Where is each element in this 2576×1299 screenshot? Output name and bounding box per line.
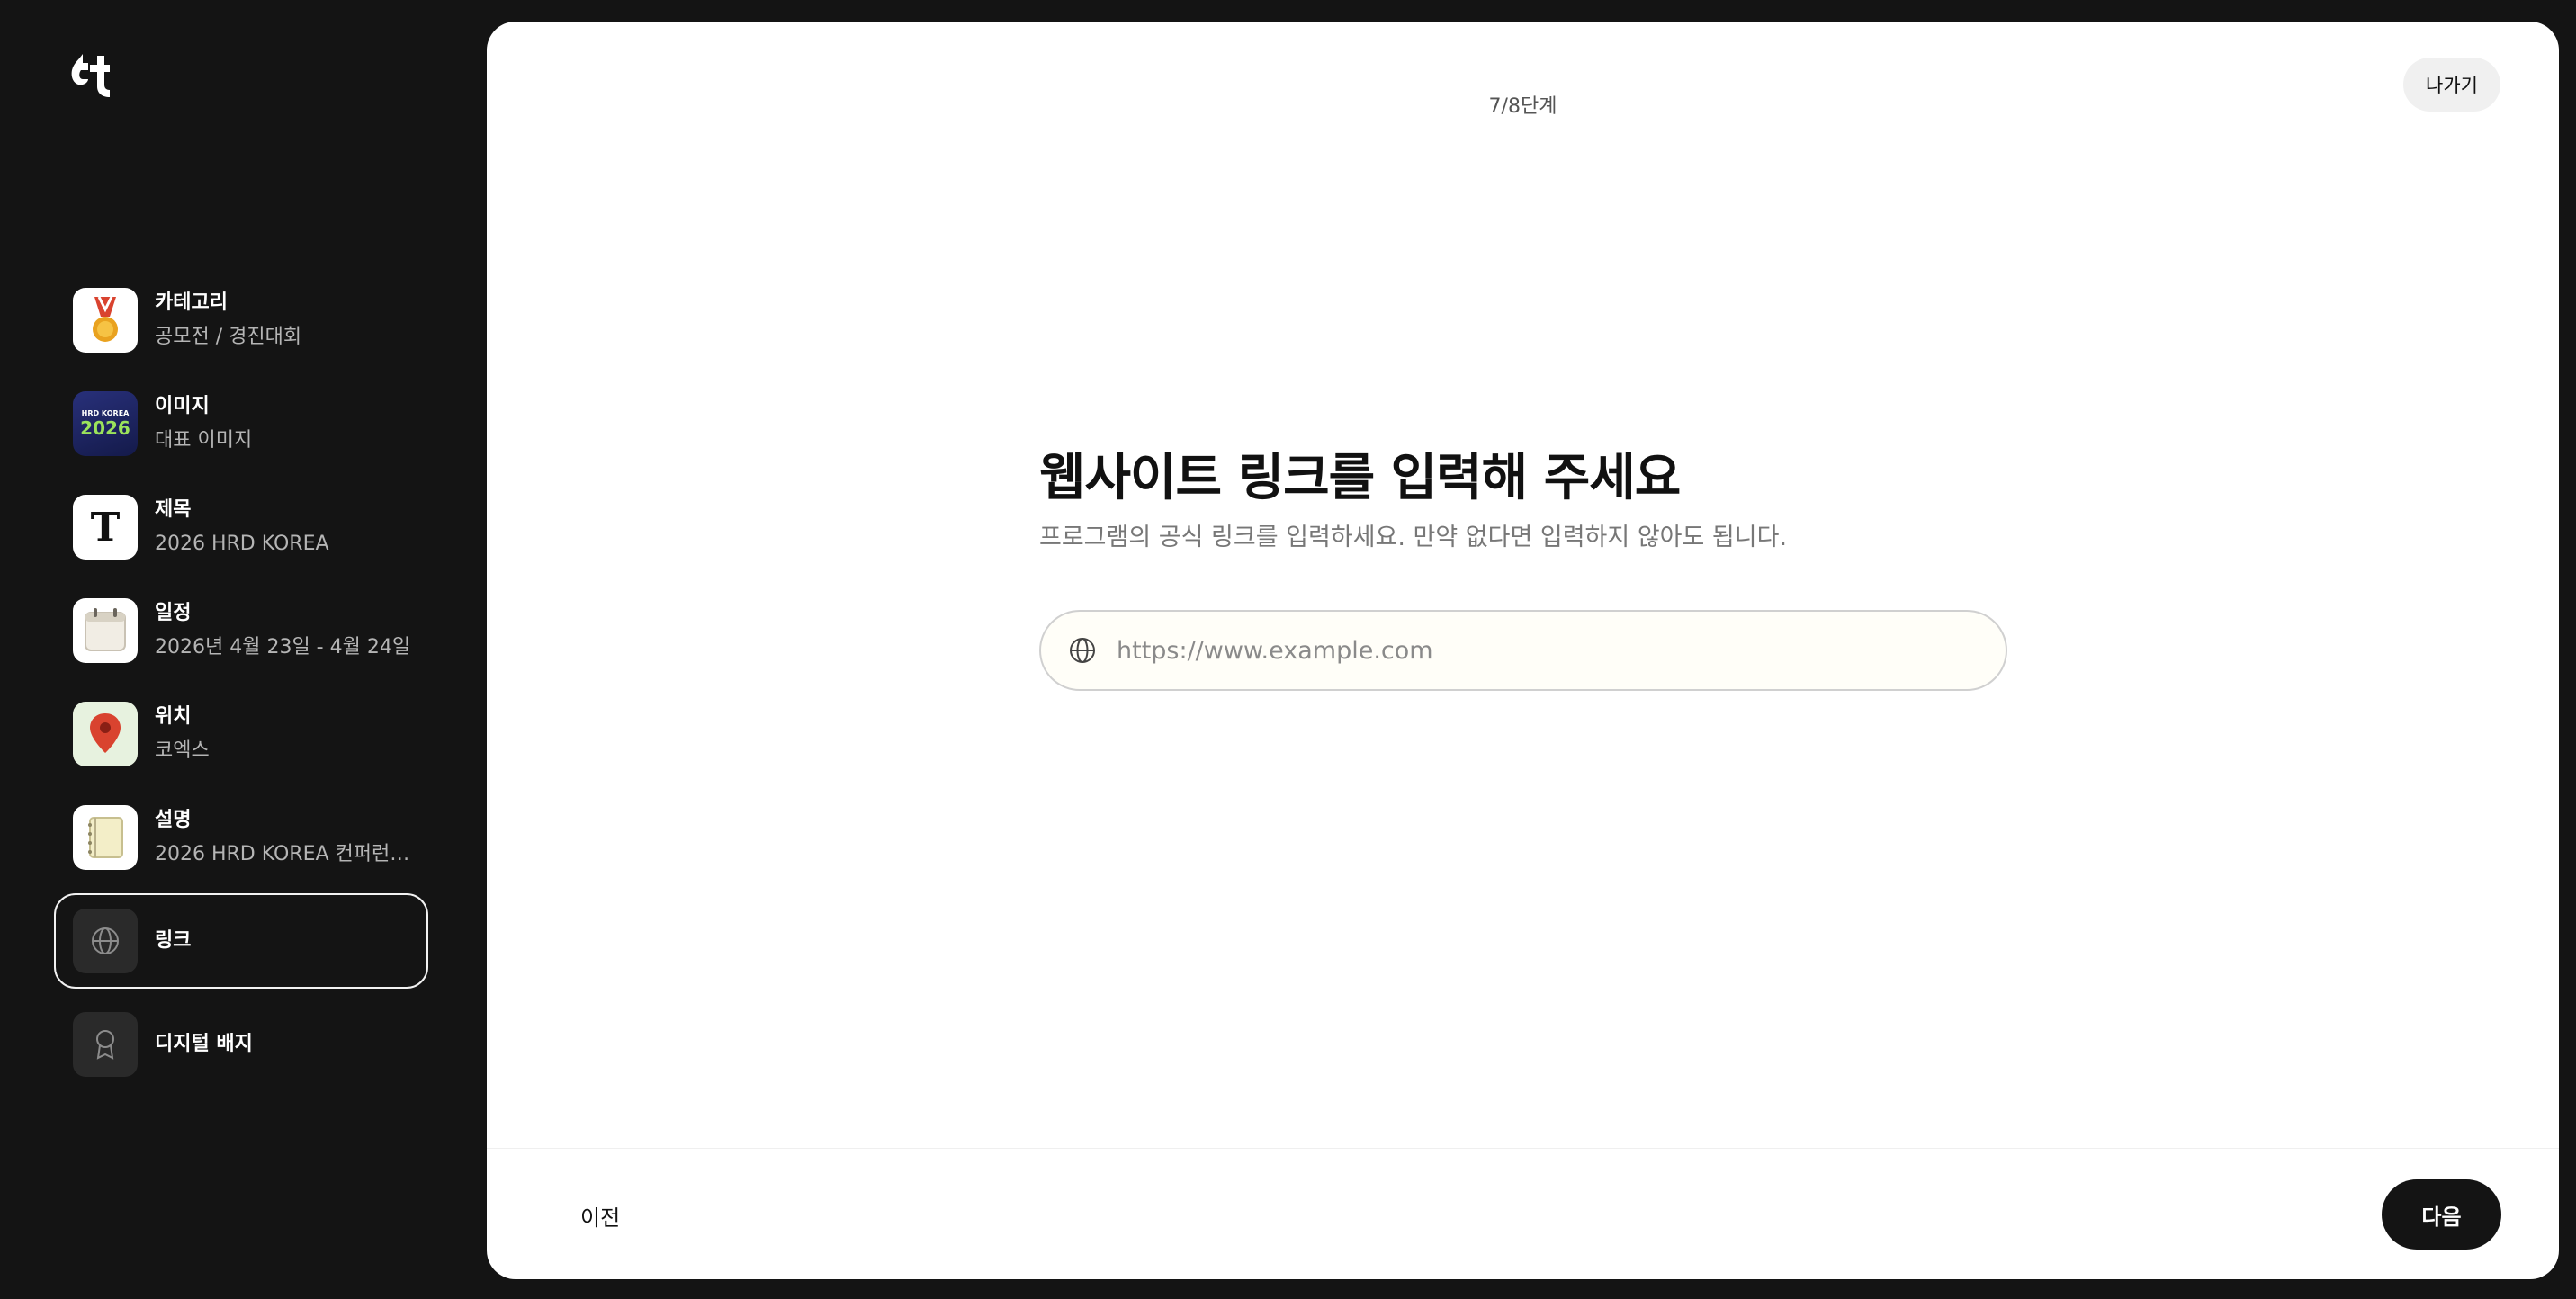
sidebar-item-link[interactable]: 링크 [54,893,428,989]
tt-logo-icon [71,54,110,97]
step-label: 이미지 [155,395,210,417]
page-title: 웹사이트 링크를 입력해 주세요 [1039,449,1681,507]
step-counter: 7/8단계 [1488,95,1557,118]
sidebar-item-title[interactable]: T 제목 2026 HRD KOREA [54,479,428,575]
title-t-glyph: T [90,504,121,551]
sidebar-item-location[interactable]: 위치 코엑스 [54,686,428,782]
sidebar-item-category[interactable]: 카테고리 공모전 / 경진대회 [54,273,428,368]
step-label: 제목 [155,498,192,521]
poster-year-text: 2026 [80,417,130,439]
step-list: 카테고리 공모전 / 경진대회 HRD KOREA 2026 이미지 대표 이미… [54,273,428,1100]
step-value: 코엑스 [155,739,210,762]
exit-button[interactable]: 나가기 [2403,58,2500,112]
step-label: 카테고리 [155,291,228,314]
main-panel: 7/8단계 나가기 웹사이트 링크를 입력해 주세요 프로그램의 공식 링크를 … [487,22,2559,1279]
link-form: 웹사이트 링크를 입력해 주세요 프로그램의 공식 링크를 입력하세요. 만약 … [1039,443,2011,691]
website-url-field[interactable] [1039,610,2007,691]
step-value: 2026 HRD KOREA 컨퍼런스... [155,843,416,865]
footer-bar: 이전 다음 [487,1148,2559,1279]
step-label: 위치 [155,705,192,728]
step-value: 공모전 / 경진대회 [155,326,302,348]
website-url-input[interactable] [1115,635,1979,666]
step-value: 2026 HRD KOREA [155,533,329,555]
page-description: 프로그램의 공식 링크를 입력하세요. 만약 없다면 입력하지 않아도 됩니다. [1039,524,1788,551]
step-value: 대표 이미지 [155,429,253,452]
step-label: 링크 [155,929,192,952]
map-pin-icon [73,702,138,766]
badge-icon [73,1012,138,1077]
next-button[interactable]: 다음 [2382,1179,2501,1250]
globe-icon [73,909,138,973]
medal-icon [73,288,138,353]
sidebar-item-description[interactable]: 설명 2026 HRD KOREA 컨퍼런스... [54,790,428,885]
sidebar-item-digital-badge[interactable]: 디지털 배지 [54,997,428,1092]
app-logo[interactable] [70,52,112,99]
notepad-icon [73,805,138,870]
poster-thumbnail: HRD KOREA 2026 [73,391,138,456]
prev-button[interactable]: 이전 [559,1188,642,1242]
step-value: 2026년 4월 23일 - 4월 24일 [155,636,411,658]
step-label: 디지털 배지 [155,1033,253,1055]
sidebar: 카테고리 공모전 / 경진대회 HRD KOREA 2026 이미지 대표 이미… [0,0,486,1299]
title-t-icon: T [73,495,138,560]
globe-icon [1070,638,1095,663]
sidebar-item-schedule[interactable]: 일정 2026년 4월 23일 - 4월 24일 [54,583,428,678]
calendar-icon [73,598,138,663]
step-label: 설명 [155,809,192,831]
sidebar-item-image[interactable]: HRD KOREA 2026 이미지 대표 이미지 [54,376,428,471]
step-label: 일정 [155,602,192,624]
